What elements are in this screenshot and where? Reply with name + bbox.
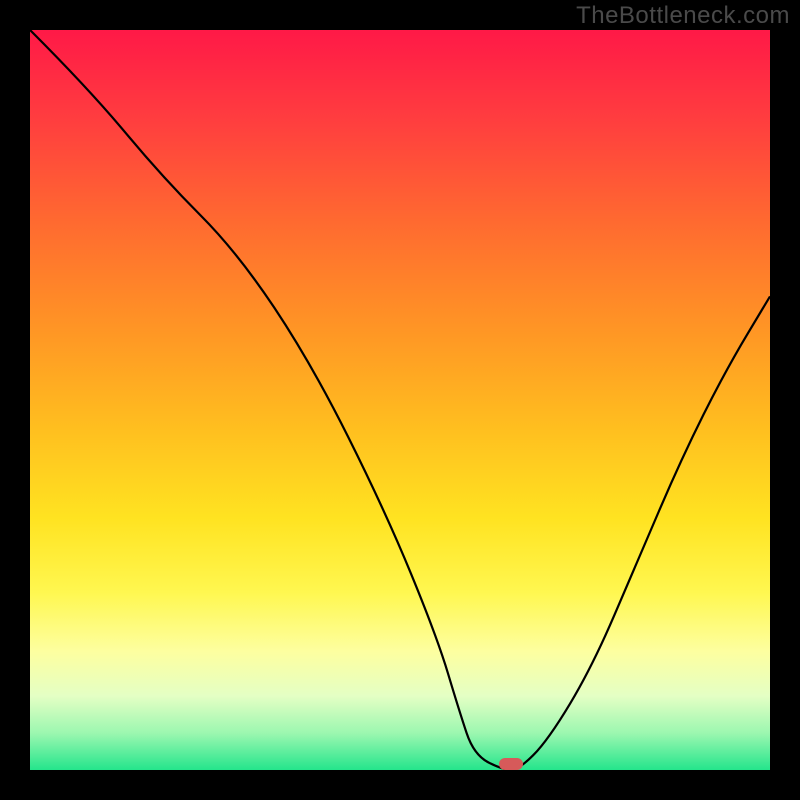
watermark-text: TheBottleneck.com [576,2,790,30]
chart-plot-area [30,30,770,770]
chart-marker [499,758,523,770]
bottleneck-curve [30,30,770,770]
